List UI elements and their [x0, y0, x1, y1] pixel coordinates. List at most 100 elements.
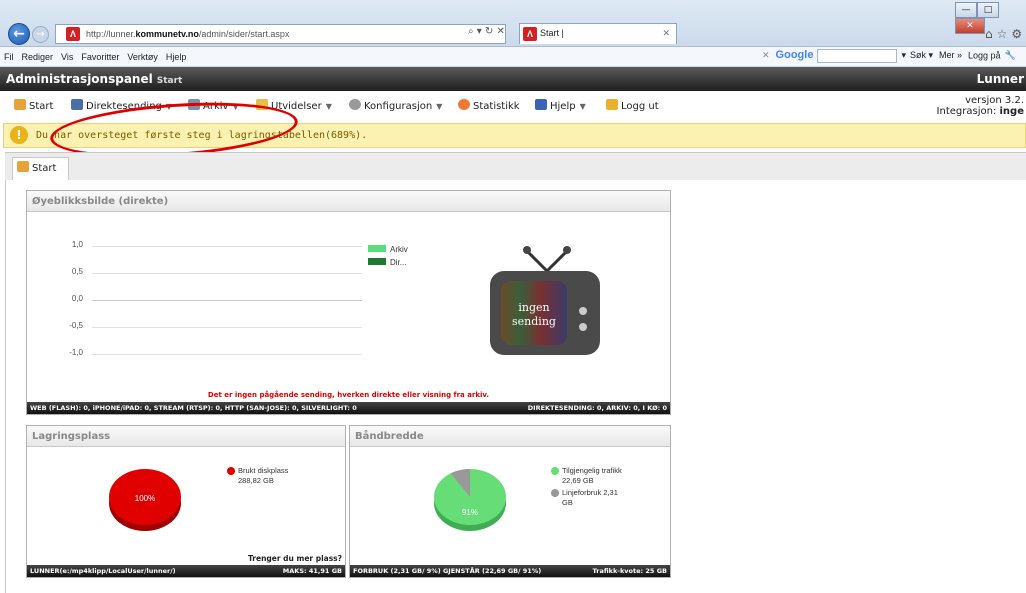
storage-panel: Lagringsplass 100% Brukt diskplass 288,82… [26, 425, 346, 578]
storage-max: MAKS: 41,91 GB [282, 567, 342, 575]
legend-swatch [368, 258, 386, 265]
back-button[interactable]: ← [8, 23, 30, 45]
chevron-down-icon: ▼ [436, 102, 443, 111]
y-tick-label: -0,5 [69, 321, 83, 330]
google-logo: Google [775, 49, 814, 62]
bandwidth-footer: FORBRUK (2,31 GB/ 9%) GJENSTÅR (22,69 GB… [350, 565, 670, 577]
address-controls[interactable]: ⌕ ▾ ↻ ✕ [468, 26, 505, 37]
url-prefix: http://lunner. [86, 29, 136, 39]
google-toolbar: ✕ Google ▾ Søk ▾ Mer » Logg på 🔧 [762, 49, 1016, 65]
google-search-button[interactable]: Søk ▾ [910, 50, 933, 60]
page-tab-strip [5, 152, 1026, 180]
tv-text-line1: ingen [518, 301, 549, 314]
nav-hjelp[interactable]: Hjelp ▼ [535, 99, 586, 112]
nav-logg-ut-label: Logg ut [621, 101, 659, 112]
nav-statistikk[interactable]: Statistikk [458, 99, 520, 112]
storage-legend-value: 288,82 GB [238, 476, 274, 485]
gridline [92, 354, 362, 355]
storage-pie-label: 100% [135, 494, 155, 503]
legend-dot [551, 467, 559, 475]
gear-icon [349, 99, 361, 110]
nav-konfigurasjon-label: Konfigurasjon [364, 101, 433, 112]
viewer-counts: WEB (FLASH): 0, iPHONE/iPAD: 0, STREAM (… [30, 404, 357, 412]
stats-icon [458, 99, 470, 110]
site-name: Lunner [976, 72, 1024, 86]
legend-used-value: GB [562, 498, 573, 507]
integration-label: Integrasjon: [936, 106, 997, 117]
y-tick-label: 1,0 [71, 240, 83, 249]
more-space-link[interactable]: Trenger du mer plass? [248, 554, 342, 563]
browser-tab[interactable]: Λ Start | ✕ [519, 23, 677, 44]
nav-start-label: Start [29, 101, 54, 112]
tv-illustration: ingen sending [490, 246, 600, 355]
legend-swatch [368, 245, 386, 252]
maximize-button[interactable]: □ [977, 2, 999, 18]
nav-konfigurasjon[interactable]: Konfigurasjon ▼ [349, 99, 442, 112]
help-book-icon [535, 99, 547, 110]
legend-arkiv: Arkiv [368, 245, 408, 254]
chevron-down-icon: ▼ [325, 102, 332, 111]
window-controls: — □✕ [955, 2, 1026, 34]
storage-footer: LUNNER(e:/mp4klipp/LocalUser/lunner/) MAK… [27, 565, 345, 577]
storage-pie: 100% [109, 469, 181, 531]
snapshot-panel: Øyeblikksbilde (direkte) 1,0 0,5 0,0 -0,… [26, 190, 671, 415]
google-search-input[interactable] [817, 49, 898, 63]
menu-view[interactable]: Vis [57, 47, 77, 67]
tab-favicon-icon: Λ [523, 27, 537, 41]
bandwidth-pie-label: 91% [462, 508, 478, 517]
nav-hjelp-label: Hjelp [550, 101, 576, 112]
tv-text-line2: sending [512, 315, 556, 328]
nav-logg-ut[interactable]: Logg ut [606, 99, 659, 112]
bandwidth-title: Båndbredde [350, 426, 670, 447]
zero-line [92, 300, 362, 301]
wrench-icon[interactable]: 🔧 [1005, 50, 1016, 60]
legend-direkte: Dir... [368, 258, 406, 267]
broadcast-counts: DIREKTESENDING: 0, ARKIV: 0, I KØ: 0 [527, 404, 667, 412]
more-button[interactable]: Mer » [939, 50, 962, 60]
y-tick-label: 0,0 [71, 294, 83, 303]
y-tick-label: 0,5 [71, 267, 83, 276]
warning-icon: ! [10, 126, 28, 144]
forward-button[interactable]: → [32, 26, 49, 43]
close-tab-icon[interactable]: ✕ [662, 24, 670, 43]
url-path: /admin/sider/start.aspx [198, 29, 290, 39]
storage-title: Lagringsplass [27, 426, 345, 447]
menu-favorites[interactable]: Favoritter [77, 47, 123, 67]
menu-help[interactable]: Hjelp [162, 47, 191, 67]
snapshot-title: Øyeblikksbilde (direkte) [27, 191, 670, 212]
close-window-button[interactable]: ✕ [955, 18, 985, 34]
minimize-button[interactable]: — [955, 2, 977, 18]
clear-search-icon[interactable]: ✕ [762, 50, 770, 60]
traffic-quota: Trafikk-kvote: 25 GB [592, 567, 667, 575]
search-dropdown-icon[interactable]: ▾ [901, 50, 906, 60]
bandwidth-legend-used: Linjeforbruk 2,31 GB [562, 488, 618, 508]
chevron-down-icon: ▼ [579, 102, 586, 111]
bandwidth-legend-available: Tilgjengelig trafikk 22,69 GB [562, 466, 622, 486]
admin-title-text: Administrasjonspanel [6, 72, 153, 86]
legend-arkiv-label: Arkiv [390, 245, 408, 254]
legend-available-value: 22,69 GB [562, 476, 594, 485]
gridline [92, 246, 362, 247]
nav-statistikk-label: Statistikk [473, 101, 520, 112]
legend-dot [227, 467, 235, 475]
lock-icon [606, 99, 618, 110]
menu-tools[interactable]: Verktøy [123, 47, 162, 67]
menu-file[interactable]: Fil [0, 47, 18, 67]
tab-start[interactable]: Start [12, 157, 69, 181]
storage-legend: Brukt diskplass 288,82 GB [238, 466, 288, 486]
integration-value: inge [999, 106, 1025, 117]
gridline [92, 327, 362, 328]
legend-direkte-label: Dir... [390, 258, 407, 267]
bandwidth-panel: Båndbredde 91% Tilgjengelig trafikk 22,69… [349, 425, 671, 578]
version-label: versjon 3.2. [965, 95, 1024, 106]
bandwidth-usage: FORBRUK (2,31 GB/ 9%) GJENSTÅR (22,69 GB… [353, 567, 542, 575]
address-bar[interactable]: Λ http://lunner.kommunetv.no/admin/sider… [55, 24, 506, 44]
home-star-gear-icons[interactable]: ⌂☆⚙ [985, 27, 1026, 41]
bandwidth-pie: 91% [434, 469, 506, 531]
nav-start[interactable]: Start [14, 99, 53, 112]
menu-edit[interactable]: Rediger [18, 47, 58, 67]
url-domain: kommunetv.no [135, 29, 199, 39]
gridline [92, 273, 362, 274]
sign-in-button[interactable]: Logg på [968, 50, 1001, 60]
storage-path: LUNNER(e:/mp4klipp/LocalUser/lunner/) [30, 567, 176, 575]
